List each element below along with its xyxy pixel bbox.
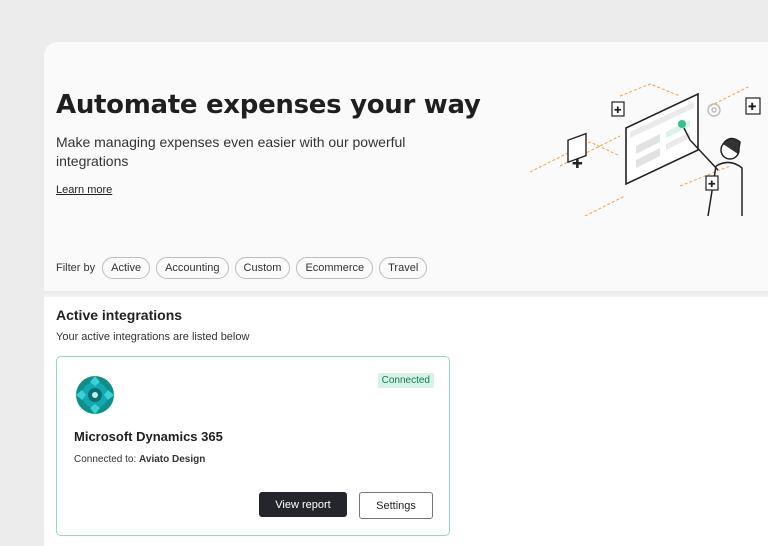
section-heading: Active integrations xyxy=(56,307,183,323)
svg-text:✚: ✚ xyxy=(748,102,756,113)
view-report-button[interactable]: View report xyxy=(259,492,347,517)
filter-label: Filter by xyxy=(56,262,96,274)
page-title: Automate expenses your way xyxy=(56,90,481,120)
status-badge: Connected xyxy=(377,373,434,388)
svg-text:✚: ✚ xyxy=(708,180,716,190)
gear-icon xyxy=(707,103,721,117)
settings-button[interactable]: Settings xyxy=(359,492,433,519)
svg-text:✚: ✚ xyxy=(614,106,622,116)
filter-chip-accounting[interactable]: Accounting xyxy=(156,257,229,279)
filter-chip-active[interactable]: Active xyxy=(102,257,151,279)
hero-section: Automate expenses your way Make managing… xyxy=(44,42,768,292)
filter-chip-travel[interactable]: Travel xyxy=(379,257,428,279)
filter-bar: Filter by Active Accounting Custom Ecomm… xyxy=(56,257,428,279)
integration-card: Connected Microsoft Dynamics 365 Connect… xyxy=(56,356,450,536)
svg-text:✚: ✚ xyxy=(572,157,583,172)
learn-more-link[interactable]: Learn more xyxy=(56,184,112,196)
filter-chip-ecommerce[interactable]: Ecommerce xyxy=(296,257,374,279)
active-integrations-section: Active integrations Your active integrat… xyxy=(44,297,768,546)
integration-illustration: ✚ ✚ ✚ ✚ xyxy=(530,83,761,216)
integration-name: Microsoft Dynamics 365 xyxy=(74,429,223,444)
section-description: Your active integrations are listed belo… xyxy=(56,331,250,343)
main-panel: Automate expenses your way Make managing… xyxy=(44,42,768,546)
connected-value: Aviato Design xyxy=(139,454,206,465)
connected-label: Connected to: xyxy=(74,454,140,465)
filter-chip-custom[interactable]: Custom xyxy=(234,257,291,279)
hero-subtitle: Make managing expenses even easier with … xyxy=(56,134,406,169)
screen-icon xyxy=(625,92,699,186)
connected-to: Connected to: Aviato Design xyxy=(74,454,205,465)
microsoft-dynamics-logo-icon xyxy=(76,376,114,414)
